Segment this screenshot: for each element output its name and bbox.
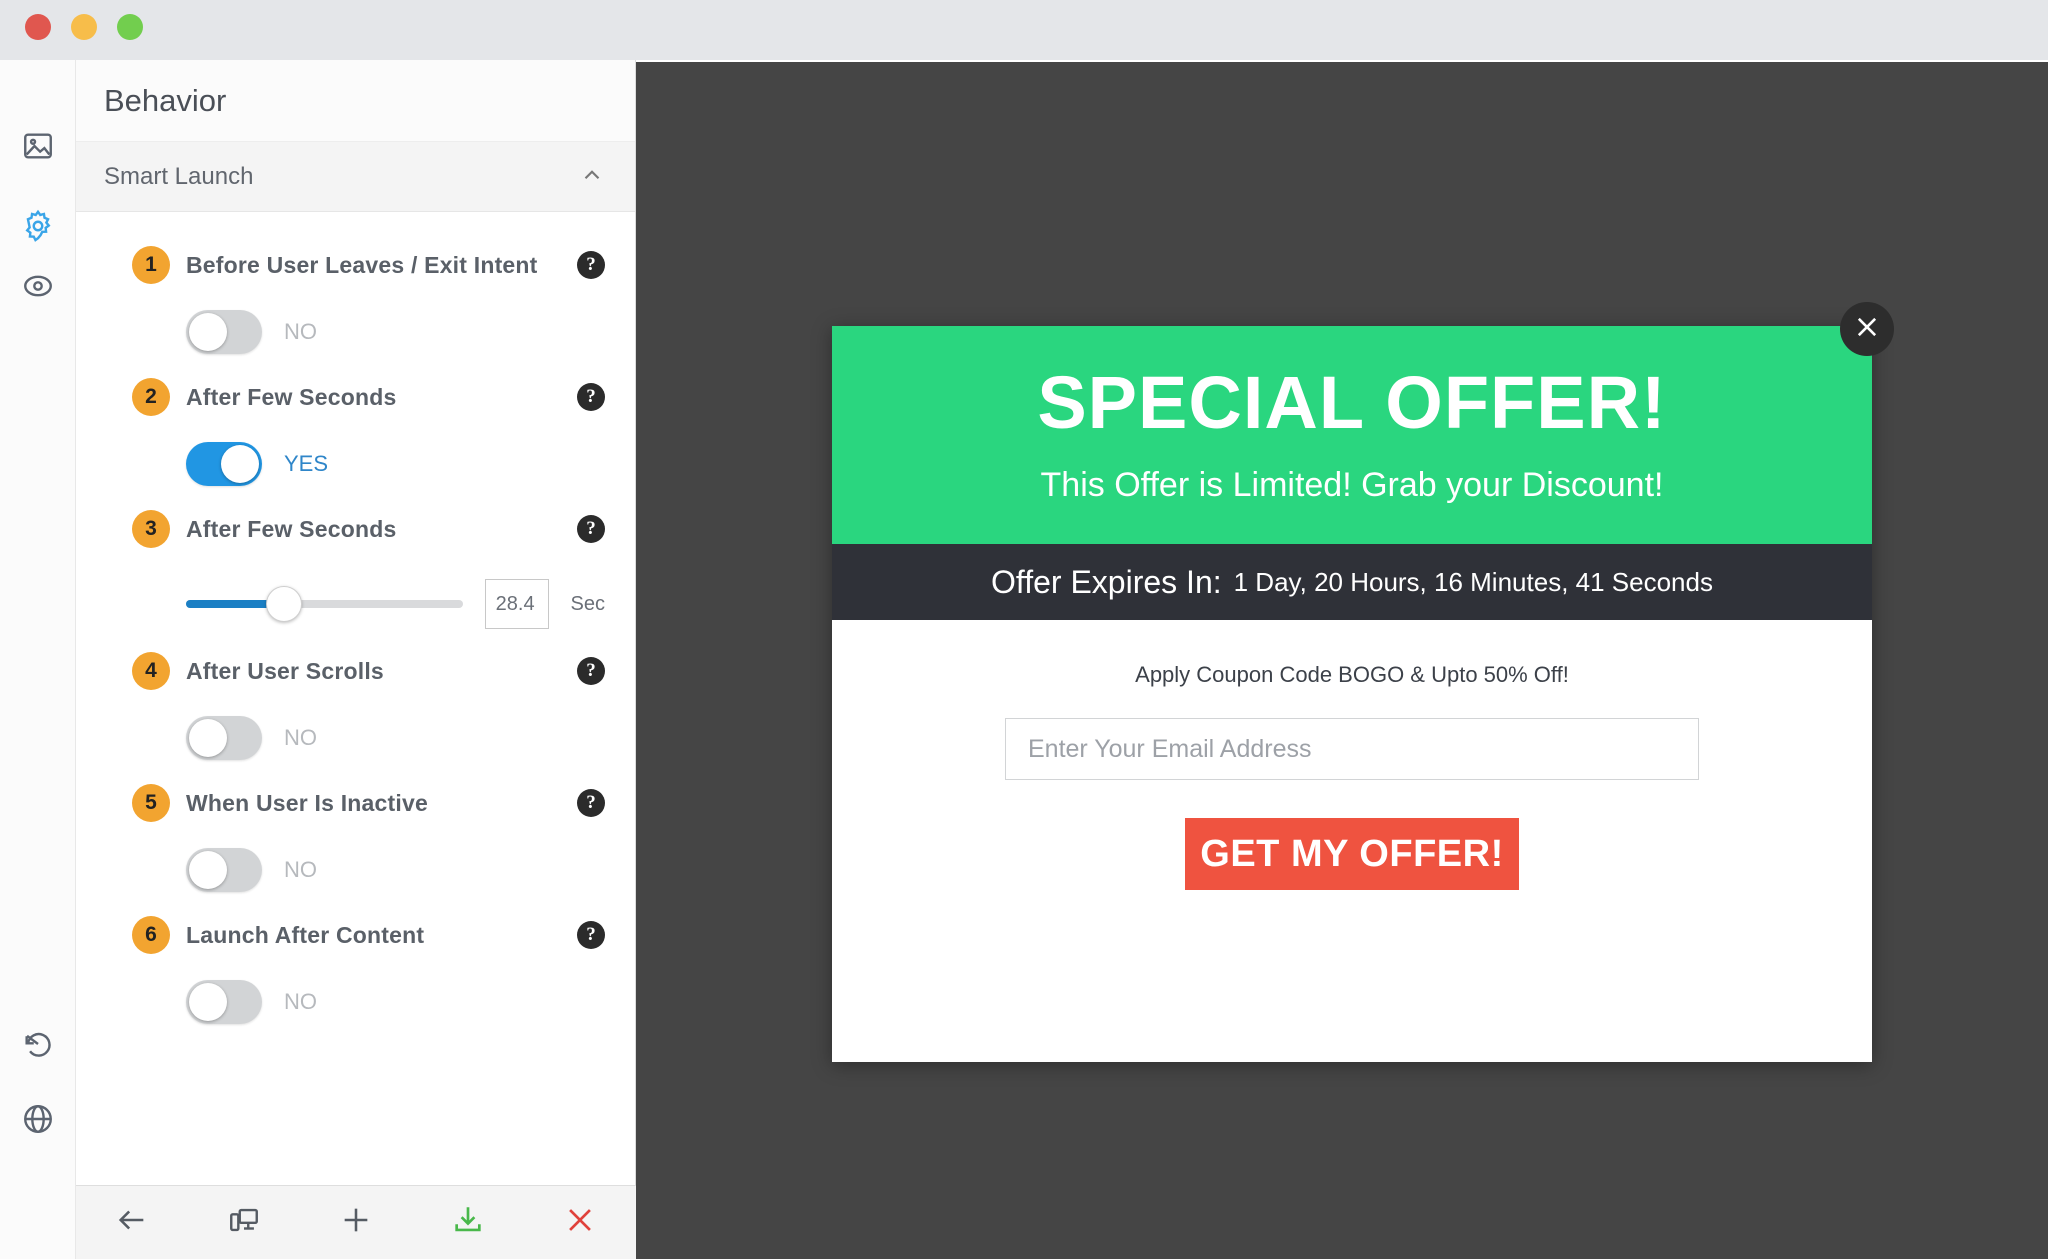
rail-item-global[interactable] — [12, 1095, 64, 1147]
toggle-knob — [189, 313, 227, 351]
toggle-state-label: NO — [284, 319, 317, 344]
chevron-up-icon[interactable] — [579, 162, 605, 192]
bottom-toolbar — [76, 1185, 636, 1259]
offer-popup: SPECIAL OFFER! This Offer is Limited! Gr… — [832, 302, 1894, 1062]
rail-item-image[interactable] — [12, 122, 64, 174]
toggle-knob — [189, 719, 227, 757]
popup-close-button[interactable] — [1840, 302, 1894, 356]
toggle-knob — [189, 983, 227, 1021]
setting-row-launch-after-content: 6 Launch After Content ? NO — [76, 912, 635, 1030]
close-editor-button[interactable] — [524, 1186, 636, 1259]
arrow-left-icon — [115, 1203, 149, 1242]
plus-icon — [339, 1203, 373, 1242]
setting-row-exit-intent: 1 Before User Leaves / Exit Intent ? NO — [76, 242, 635, 360]
devices-icon — [227, 1203, 261, 1242]
step-badge: 6 — [132, 916, 170, 954]
rail-item-targeting[interactable] — [12, 262, 64, 314]
popup-body: Apply Coupon Code BOGO & Upto 50% Off! E… — [832, 620, 1872, 1062]
get-offer-button[interactable]: GET MY OFFER! — [1185, 818, 1519, 890]
icon-rail — [0, 60, 76, 1259]
step-badge: 5 — [132, 784, 170, 822]
window-titlebar — [0, 0, 2048, 60]
step-badge: 2 — [132, 378, 170, 416]
save-button[interactable] — [412, 1186, 524, 1259]
email-field[interactable]: Enter Your Email Address — [1005, 718, 1699, 780]
app-window: Behavior Smart Launch 1 Before User Leav… — [0, 0, 2048, 1259]
exit-intent-toggle[interactable] — [186, 310, 262, 354]
seconds-input[interactable]: 28.4 — [484, 579, 549, 629]
rail-item-history[interactable] — [12, 1020, 64, 1072]
setting-label: Launch After Content — [186, 921, 425, 948]
download-icon — [451, 1203, 485, 1242]
close-window-button[interactable] — [25, 14, 51, 40]
behavior-panel: Behavior Smart Launch 1 Before User Leav… — [76, 60, 636, 1185]
maximize-window-button[interactable] — [117, 14, 143, 40]
toggle-state-label: YES — [284, 451, 329, 476]
gear-icon — [21, 209, 55, 248]
target-icon — [21, 269, 55, 308]
setting-row-after-user-scrolls: 4 After User Scrolls ? NO — [76, 648, 635, 766]
popup-title: SPECIAL OFFER! — [1037, 360, 1667, 444]
setting-label: When User Is Inactive — [186, 789, 428, 816]
after-few-seconds-toggle[interactable] — [186, 442, 262, 486]
help-icon[interactable]: ? — [577, 251, 605, 279]
countdown-bar: Offer Expires In: 1 Day, 20 Hours, 16 Mi… — [832, 544, 1872, 620]
globe-icon — [21, 1102, 55, 1141]
help-icon[interactable]: ? — [577, 383, 605, 411]
x-icon — [563, 1203, 597, 1242]
setting-label: After Few Seconds — [186, 383, 397, 410]
toggle-state-label: NO — [284, 857, 317, 882]
seconds-unit-label: Sec — [570, 592, 605, 615]
setting-row-after-few-seconds-enable: 2 After Few Seconds ? YES — [76, 374, 635, 492]
page-title: Behavior — [76, 60, 635, 142]
countdown-label: Offer Expires In: — [991, 563, 1222, 600]
minimize-window-button[interactable] — [71, 14, 97, 40]
toggle-state-label: NO — [284, 725, 317, 750]
add-button[interactable] — [300, 1186, 412, 1259]
popup-header: SPECIAL OFFER! This Offer is Limited! Gr… — [832, 326, 1872, 544]
preview-canvas: SPECIAL OFFER! This Offer is Limited! Gr… — [636, 62, 2048, 1259]
back-button[interactable] — [76, 1186, 188, 1259]
seconds-slider[interactable] — [186, 586, 463, 622]
step-badge: 3 — [132, 510, 170, 548]
help-icon[interactable]: ? — [577, 657, 605, 685]
user-inactive-toggle[interactable] — [186, 848, 262, 892]
countdown-value: 1 Day, 20 Hours, 16 Minutes, 41 Seconds — [1233, 566, 1713, 597]
traffic-lights — [25, 14, 143, 40]
help-icon[interactable]: ? — [577, 789, 605, 817]
coupon-text: Apply Coupon Code BOGO & Upto 50% Off! — [1135, 662, 1569, 687]
section-label: Smart Launch — [104, 162, 254, 190]
toggle-knob — [221, 445, 259, 483]
section-smart-launch[interactable]: Smart Launch — [76, 142, 635, 212]
rail-item-settings[interactable] — [12, 202, 64, 254]
setting-label: After Few Seconds — [186, 515, 397, 542]
slider-thumb[interactable] — [266, 586, 302, 622]
step-badge: 4 — [132, 652, 170, 690]
popup-subtitle: This Offer is Limited! Grab your Discoun… — [1040, 465, 1664, 504]
toggle-state-label: NO — [284, 989, 317, 1014]
after-user-scrolls-toggle[interactable] — [186, 716, 262, 760]
history-icon — [21, 1027, 55, 1066]
step-badge: 1 — [132, 246, 170, 284]
help-icon[interactable]: ? — [577, 921, 605, 949]
setting-label: Before User Leaves / Exit Intent — [186, 251, 538, 278]
launch-after-content-toggle[interactable] — [186, 980, 262, 1024]
image-icon — [21, 129, 55, 168]
setting-row-seconds-slider: 3 After Few Seconds ? 28.4 Sec — [76, 506, 635, 634]
responsive-preview-button[interactable] — [188, 1186, 300, 1259]
settings-rows: 1 Before User Leaves / Exit Intent ? NO … — [76, 212, 635, 1030]
close-icon — [1853, 313, 1881, 346]
toggle-knob — [189, 851, 227, 889]
setting-row-user-inactive: 5 When User Is Inactive ? NO — [76, 780, 635, 898]
help-icon[interactable]: ? — [577, 515, 605, 543]
setting-label: After User Scrolls — [186, 657, 384, 684]
